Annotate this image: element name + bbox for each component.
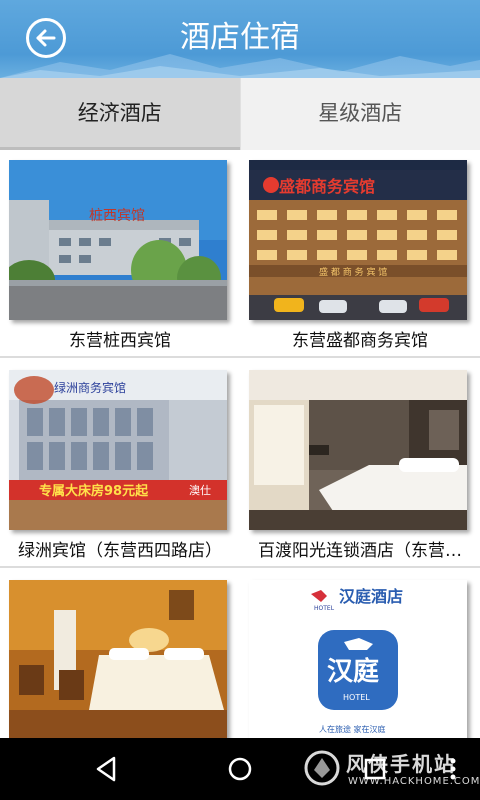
hotel-name: 东营盛都商务宾馆 — [292, 331, 428, 351]
svg-text:专属大床房98元起: 专属大床房98元起 — [39, 483, 149, 499]
hanting-hotel-logo: HOTEL 汉庭酒店 汉庭 HOTEL 人在旅途 家在汉庭 — [249, 580, 467, 740]
svg-text:汉庭: 汉庭 — [327, 656, 379, 687]
svg-text:绿洲商务宾馆: 绿洲商务宾馆 — [54, 380, 126, 395]
hotel-exterior-photo: 桩西宾馆 — [9, 160, 227, 320]
watermark-logo-icon — [304, 750, 340, 786]
svg-text:汉庭酒店: 汉庭酒店 — [339, 587, 403, 606]
svg-text:HOTEL: HOTEL — [314, 605, 335, 612]
hotel-room-photo — [249, 370, 467, 530]
svg-text:HOTEL: HOTEL — [343, 693, 370, 702]
home-circle-icon[interactable] — [225, 754, 255, 784]
svg-text:桩西宾馆: 桩西宾馆 — [89, 207, 145, 224]
hotel-card[interactable]: 盛都商务宾馆 盛 都 商 务 宾 馆 东营盛都商务宾馆 — [240, 150, 480, 358]
hotel-grid: 桩西宾馆 东营桩西宾馆 盛都商务宾馆 盛 都 商 务 宾 馆 东营盛都商务宾馆 … — [0, 150, 480, 740]
hotel-name: 绿洲宾馆（东营西四路店） — [18, 541, 222, 561]
back-triangle-icon[interactable] — [92, 754, 122, 784]
tab-star-hotels[interactable]: 星级酒店 — [239, 78, 480, 150]
page-title: 酒店住宿 — [180, 20, 300, 55]
tab-bar: 经济酒店 星级酒店 — [0, 78, 480, 150]
system-nav-bar: 风侠手机站 WWW.HACKHOME.COM — [0, 738, 480, 800]
watermark-url: WWW.HACKHOME.COM — [348, 776, 480, 787]
row-divider — [0, 566, 480, 568]
tab-economy-hotels[interactable]: 经济酒店 — [0, 78, 240, 150]
row-divider — [0, 356, 480, 358]
svg-text:人在旅途 家在汉庭: 人在旅途 家在汉庭 — [319, 724, 386, 734]
hotel-card[interactable]: 绿洲商务宾馆 专属大床房98元起 澳仕 绿洲宾馆（东营西四路店） — [0, 360, 240, 568]
overflow-menu-icon[interactable] — [446, 754, 460, 784]
hotel-card[interactable]: 百渡阳光连锁酒店（东营… — [240, 360, 480, 568]
svg-text:盛都商务宾馆: 盛都商务宾馆 — [279, 177, 375, 196]
svg-text:澳仕: 澳仕 — [189, 484, 211, 497]
svg-text:盛 都 商 务 宾 馆: 盛 都 商 务 宾 馆 — [319, 266, 387, 278]
hotel-storefront-photo: 绿洲商务宾馆 专属大床房98元起 澳仕 — [9, 370, 227, 530]
watermark-title: 风侠手机站 — [346, 752, 456, 776]
hotel-room-warm-photo — [9, 580, 227, 740]
hotel-name: 东营桩西宾馆 — [69, 331, 171, 351]
hotel-name: 百渡阳光连锁酒店（东营… — [258, 541, 462, 561]
hotel-card[interactable]: 桩西宾馆 东营桩西宾馆 — [0, 150, 240, 358]
hotel-night-exterior-photo: 盛都商务宾馆 盛 都 商 务 宾 馆 — [249, 160, 467, 320]
app-header: 酒店住宿 — [0, 0, 480, 78]
